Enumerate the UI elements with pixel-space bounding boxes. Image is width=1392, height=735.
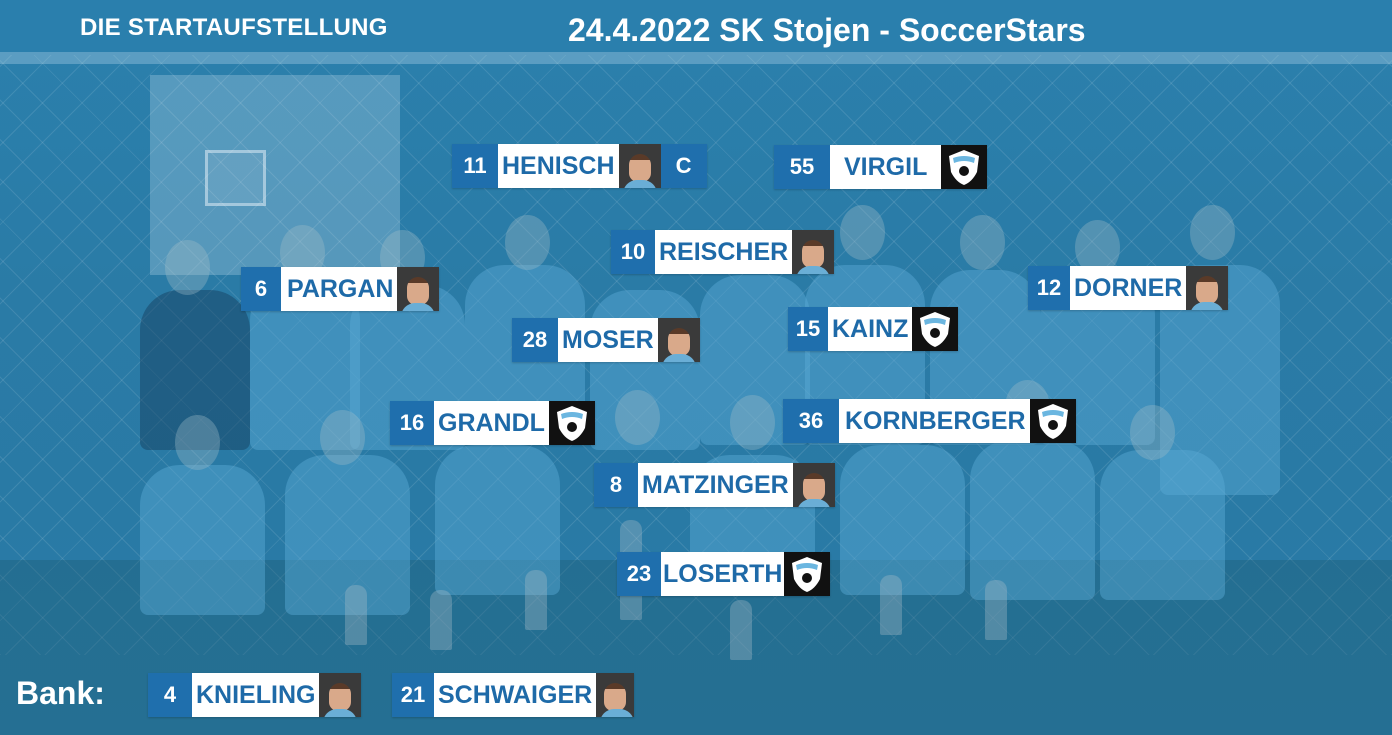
- player-number: 23: [617, 552, 661, 596]
- player-card-henisch: 11 HENISCH C: [452, 144, 707, 188]
- player-name: KORNBERGER: [839, 399, 1030, 443]
- player-photo: [792, 230, 835, 274]
- player-silhouette: [970, 440, 1095, 600]
- player-number: 36: [783, 399, 839, 443]
- player-number: 8: [594, 463, 638, 507]
- player-head: [1130, 405, 1175, 460]
- player-card-pargan: 6 PARGAN: [241, 267, 440, 311]
- bench-label: Bank:: [16, 675, 105, 711]
- player-photo: [397, 267, 440, 311]
- match-title: 24.4.2022 SK Stojen - SoccerStars: [568, 12, 1086, 48]
- player-number: 4: [148, 673, 192, 717]
- player-number: 10: [611, 230, 655, 274]
- player-silhouette: [840, 445, 965, 595]
- player-card-moser: 28 MOSER: [512, 318, 700, 362]
- player-head: [175, 415, 220, 470]
- trophy: [880, 575, 902, 635]
- player-name: MOSER: [558, 318, 658, 362]
- player-head: [840, 205, 885, 260]
- player-photo: [618, 144, 661, 188]
- trophy: [985, 580, 1007, 640]
- player-name: PARGAN: [281, 267, 398, 311]
- player-card-virgil: 55 VIRGIL: [774, 145, 988, 189]
- player-card-grandl: 16 GRANDL: [390, 401, 595, 445]
- player-card-matzinger: 8 MATZINGER: [594, 463, 835, 507]
- player-number: 12: [1028, 266, 1070, 310]
- trophy: [345, 585, 367, 645]
- player-name: DORNER: [1070, 266, 1187, 310]
- player-head: [730, 395, 775, 450]
- player-card-dorner: 12 DORNER: [1028, 266, 1229, 310]
- player-photo: [319, 673, 362, 717]
- trophy: [730, 600, 752, 660]
- player-number: 15: [788, 307, 828, 351]
- player-photo: [596, 673, 635, 717]
- player-number: 55: [774, 145, 830, 189]
- player-photo: [657, 318, 700, 362]
- player-card-loserth: 23 LOSERTH: [617, 552, 831, 596]
- club-logo-icon: [912, 307, 959, 351]
- player-photo: [1186, 266, 1229, 310]
- player-silhouette: [140, 465, 265, 615]
- player-number: 6: [241, 267, 281, 311]
- player-name: MATZINGER: [638, 463, 793, 507]
- goal-crossbar: [0, 52, 1392, 64]
- player-head: [960, 215, 1005, 270]
- player-card-reischer: 10 REISCHER: [611, 230, 835, 274]
- bench-card-schwaiger: 21 SCHWAIGER: [392, 673, 635, 717]
- player-number: 11: [452, 144, 498, 188]
- player-photo: [792, 463, 835, 507]
- player-name: LOSERTH: [661, 552, 785, 596]
- player-head: [615, 390, 660, 445]
- player-name: REISCHER: [655, 230, 793, 274]
- club-logo-icon: [941, 145, 988, 189]
- captain-badge: C: [660, 144, 707, 188]
- player-silhouette: [1100, 450, 1225, 600]
- club-logo-icon: [1029, 399, 1076, 443]
- bench-card-knieling: 4 KNIELING: [148, 673, 362, 717]
- player-card-kornberger: 36 KORNBERGER: [783, 399, 1076, 443]
- player-name: KNIELING: [192, 673, 320, 717]
- lineup-heading: DIE STARTAUFSTELLUNG: [80, 14, 388, 41]
- trophy: [525, 570, 547, 630]
- trophy: [430, 590, 452, 650]
- player-number: 16: [390, 401, 434, 445]
- player-name: VIRGIL: [830, 145, 942, 189]
- player-head: [1190, 205, 1235, 260]
- club-logo-icon: [548, 401, 595, 445]
- player-name: SCHWAIGER: [434, 673, 597, 717]
- player-number: 21: [392, 673, 434, 717]
- player-head: [165, 240, 210, 295]
- player-card-kainz: 15 KAINZ: [788, 307, 959, 351]
- player-head: [320, 410, 365, 465]
- player-name: HENISCH: [498, 144, 619, 188]
- player-number: 28: [512, 318, 558, 362]
- team-photo-background: [0, 0, 1392, 735]
- club-logo-icon: [784, 552, 831, 596]
- player-name: KAINZ: [828, 307, 913, 351]
- player-head: [505, 215, 550, 270]
- player-name: GRANDL: [434, 401, 549, 445]
